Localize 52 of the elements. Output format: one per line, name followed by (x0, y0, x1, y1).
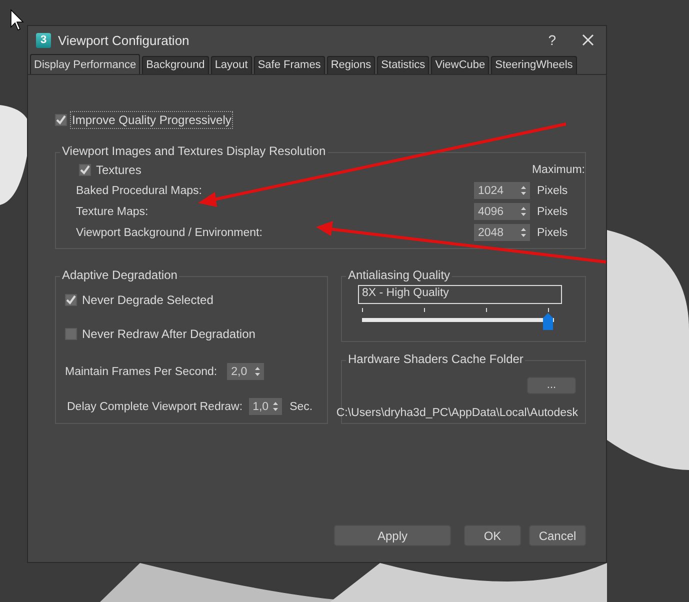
tab[interactable]: SteeringWheels (491, 56, 577, 74)
up-down-arrows-icon (520, 206, 527, 217)
tab[interactable]: Display Performance (30, 54, 140, 74)
checkbox[interactable] (79, 164, 91, 176)
checkbox-label: Textures (96, 162, 142, 176)
up-down-arrows-icon (254, 366, 262, 377)
number-spinner[interactable]: 1024 (474, 182, 530, 199)
unit-label: Pixels (536, 206, 569, 218)
group-title: Adaptive Degradation (60, 268, 180, 282)
field-label: Maintain Frames Per Second: (65, 366, 218, 378)
up-down-arrows-icon (272, 401, 279, 412)
window-title: Viewport Configuration (58, 32, 190, 48)
checkbox-label: Improve Quality Progressively (72, 113, 232, 127)
help-button[interactable]: ? (548, 32, 556, 48)
dialog-button[interactable]: OK (464, 525, 521, 546)
column-label: Maximum: (532, 164, 585, 176)
checkbox-label: Never Degrade Selected (82, 293, 214, 307)
group-title: Hardware Shaders Cache Folder (346, 352, 526, 366)
number-spinner[interactable]: 1,0 (248, 398, 282, 415)
slider-thumb[interactable] (542, 313, 554, 330)
tab[interactable]: Safe Frames (254, 56, 325, 74)
checkbox-label: Never Redraw After Degradation (82, 327, 256, 341)
up-down-arrows-icon (520, 185, 527, 196)
app-logo: 3 (36, 32, 51, 48)
field-label: Delay Complete Viewport Redraw: (67, 400, 243, 412)
tab[interactable]: Layout (210, 56, 252, 74)
dialog-button[interactable]: Cancel (529, 525, 586, 546)
checkbox[interactable] (55, 114, 67, 126)
group-title: Antialiasing Quality (346, 268, 452, 282)
field-label: Texture Maps: (76, 206, 150, 218)
quality-value-field: 8X - High Quality (358, 285, 562, 304)
mouse-pointer-icon (10, 9, 24, 31)
unit-label: Pixels (536, 184, 569, 196)
checkbox[interactable] (65, 328, 77, 340)
number-spinner[interactable]: 4096 (474, 203, 530, 220)
group-title: Viewport Images and Textures Display Resolution (60, 144, 328, 158)
tab[interactable]: Regions (326, 56, 376, 74)
number-spinner[interactable]: 2,0 (227, 363, 264, 380)
folder-path: C:\Users\dryha3d_PC\AppData\Local\Autodesk (336, 407, 578, 419)
up-down-arrows-icon (520, 227, 527, 238)
browse-button[interactable]: ... (527, 377, 576, 394)
tab[interactable]: Background (142, 56, 209, 74)
dialog-button[interactable]: Apply (334, 525, 451, 546)
number-spinner[interactable]: 2048 (474, 224, 530, 241)
unit-label: Pixels (536, 226, 569, 238)
field-label: Viewport Background / Environment: (76, 226, 264, 238)
unit-label: Sec. (290, 400, 313, 412)
field-label: Baked Procedural Maps: (76, 184, 203, 196)
close-icon[interactable] (582, 34, 594, 46)
tab[interactable]: Statistics (377, 56, 430, 74)
checkbox[interactable] (65, 294, 77, 306)
tab[interactable]: ViewCube (431, 56, 490, 74)
